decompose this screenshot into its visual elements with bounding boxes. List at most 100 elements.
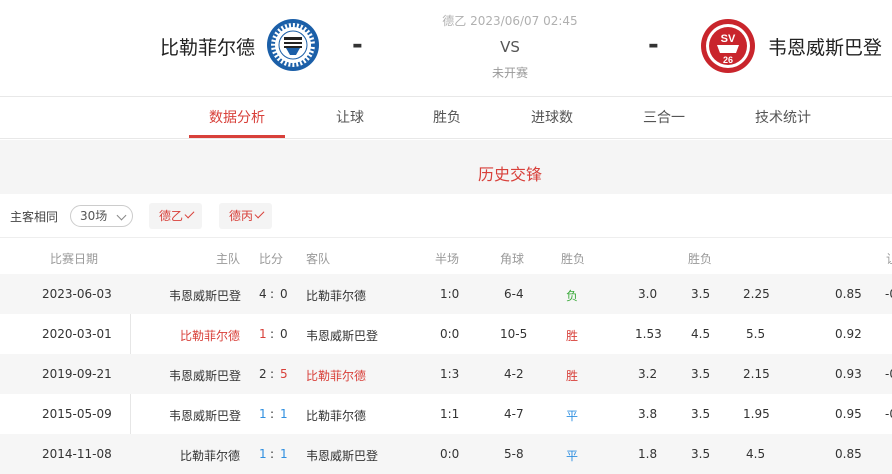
row-odds-2: 3.5	[691, 407, 711, 421]
row-result: 胜	[566, 329, 579, 343]
home-team-name[interactable]: 比勒菲尔德	[160, 33, 255, 60]
table-row[interactable]: 2015-05-09 韦恩威斯巴登 1 : 1 比勒菲尔德 1:1 4-7 平 …	[0, 394, 892, 434]
away-logo-number: 26	[723, 55, 733, 65]
table-row[interactable]: 2023-06-03 韦恩威斯巴登 4 : 0 比勒菲尔德 1:0 6-4 负 …	[0, 274, 892, 314]
header-corner: 角球	[500, 252, 525, 266]
row-score-sep: :	[270, 407, 275, 421]
row-odds-1: 1.8	[638, 447, 658, 461]
section-title: 历史交锋	[477, 165, 542, 184]
same-home-away-filter[interactable]: 主客相同	[10, 208, 58, 225]
table-row[interactable]: 2020-03-01 比勒菲尔德 1 : 0 韦恩威斯巴登 0:0 10-5 胜…	[0, 314, 892, 354]
filter-bar: 主客相同 30场 德乙 德丙	[0, 194, 892, 238]
tab-tech-stats[interactable]: 技术统计	[740, 98, 826, 139]
row-date: 2023-06-03	[42, 287, 112, 301]
table-row[interactable]: 2019-09-21 韦恩威斯巴登 2 : 5 比勒菲尔德 1:3 4-2 胜 …	[0, 354, 892, 394]
row-away-team[interactable]: 比勒菲尔德	[306, 367, 366, 384]
tab-three-in-one[interactable]: 三合一	[624, 98, 704, 139]
row-result: 负	[566, 289, 579, 303]
row-away-team[interactable]: 韦恩威斯巴登	[306, 447, 378, 464]
check-icon	[254, 208, 265, 219]
row-corner: 5-8	[504, 447, 524, 461]
header-half: 半场	[435, 252, 460, 266]
league-filter-2-bundesliga[interactable]: 德乙	[149, 203, 203, 229]
row-half: 0:0	[440, 447, 460, 461]
row-away-team[interactable]: 比勒菲尔德	[306, 287, 366, 304]
row-corner: 4-2	[504, 367, 524, 381]
row-date: 2015-05-09	[42, 407, 112, 421]
header-home: 主队	[216, 252, 241, 266]
row-away-team[interactable]: 比勒菲尔德	[306, 407, 366, 424]
row-home-team[interactable]: 比勒菲尔德	[180, 327, 240, 344]
row-odds-3: 1.95	[743, 407, 770, 421]
row-date: 2014-11-08	[42, 447, 112, 461]
row-half: 1:3	[440, 367, 460, 381]
row-odds-2: 3.5	[691, 447, 711, 461]
table-header: 比赛日期 主队 比分 客队 半场 角球 胜负 胜负 让	[0, 238, 892, 276]
row-odds-3: 4.5	[746, 447, 766, 461]
home-score: -	[352, 30, 363, 60]
chevron-down-icon	[116, 210, 127, 221]
tab-handicap[interactable]: 让球	[310, 98, 390, 139]
row-odds-3: 5.5	[746, 327, 766, 341]
row-away-score: 5	[280, 367, 288, 381]
league-chip-label: 德丙	[229, 209, 254, 223]
row-score-sep: :	[270, 327, 275, 341]
row-home-score: 4	[259, 287, 267, 301]
row-home-team[interactable]: 韦恩威斯巴登	[169, 287, 241, 304]
row-away-team[interactable]: 韦恩威斯巴登	[306, 327, 378, 344]
header-result: 胜负	[561, 252, 586, 266]
row-odds-5: -0	[885, 367, 892, 381]
match-count-value: 30场	[80, 209, 108, 223]
row-home-team[interactable]: 比勒菲尔德	[180, 447, 240, 464]
row-home-team[interactable]: 韦恩威斯巴登	[169, 407, 241, 424]
row-odds-3: 2.15	[743, 367, 770, 381]
row-odds-2: 4.5	[691, 327, 711, 341]
row-half: 0:0	[440, 327, 460, 341]
row-score-sep: :	[270, 447, 275, 461]
row-odds-4: 0.93	[835, 367, 862, 381]
row-home-score: 2	[259, 367, 267, 381]
row-result: 平	[566, 409, 579, 423]
league-filter-3-liga[interactable]: 德丙	[219, 203, 273, 229]
match-count-select[interactable]: 30场	[70, 205, 133, 227]
row-odds-1: 1.53	[635, 327, 662, 341]
bielefeld-logo-icon[interactable]	[266, 18, 320, 72]
row-odds-3: 2.25	[743, 287, 770, 301]
row-odds-2: 3.5	[691, 287, 711, 301]
away-score: -	[648, 30, 659, 60]
row-score-sep: :	[270, 287, 275, 301]
row-result: 胜	[566, 369, 579, 383]
tab-win-loss[interactable]: 胜负	[407, 98, 487, 139]
row-odds-4: 0.85	[835, 447, 862, 461]
match-header: 比勒菲尔德 - 德乙 2023/06/07 02:45 VS 未开赛 - SV …	[0, 0, 892, 97]
row-away-score: 0	[280, 287, 288, 301]
tab-bar: 数据分析 让球 胜负 进球数 三合一 技术统计	[0, 98, 892, 139]
row-odds-4: 0.95	[835, 407, 862, 421]
row-date: 2019-09-21	[42, 367, 112, 381]
row-corner: 10-5	[500, 327, 528, 341]
header-away: 客队	[306, 252, 331, 266]
table-row[interactable]: 2014-11-08 比勒菲尔德 1 : 1 韦恩威斯巴登 0:0 5-8 平 …	[0, 434, 892, 474]
away-team-name[interactable]: 韦恩威斯巴登	[768, 33, 882, 60]
wehen-wiesbaden-logo-icon[interactable]: SV 26	[700, 18, 756, 74]
header-score: 比分	[259, 252, 284, 266]
row-half: 1:0	[440, 287, 460, 301]
row-away-score: 1	[280, 447, 288, 461]
header-date: 比赛日期	[50, 252, 99, 266]
row-home-team[interactable]: 韦恩威斯巴登	[169, 367, 241, 384]
row-away-score: 0	[280, 327, 288, 341]
row-corner: 6-4	[504, 287, 524, 301]
tab-goals[interactable]: 进球数	[512, 98, 592, 139]
tab-data-analysis[interactable]: 数据分析	[189, 98, 285, 139]
row-home-score: 1	[259, 327, 267, 341]
vs-label: VS	[500, 38, 520, 56]
check-icon	[184, 208, 195, 219]
row-odds-4: 0.85	[835, 287, 862, 301]
row-odds-1: 3.2	[638, 367, 658, 381]
header-extra: 让	[886, 250, 892, 267]
row-home-score: 1	[259, 447, 267, 461]
league-chip-label: 德乙	[159, 209, 184, 223]
row-odds-5: -0	[885, 287, 892, 301]
row-home-score: 1	[259, 407, 267, 421]
row-date: 2020-03-01	[42, 327, 112, 341]
